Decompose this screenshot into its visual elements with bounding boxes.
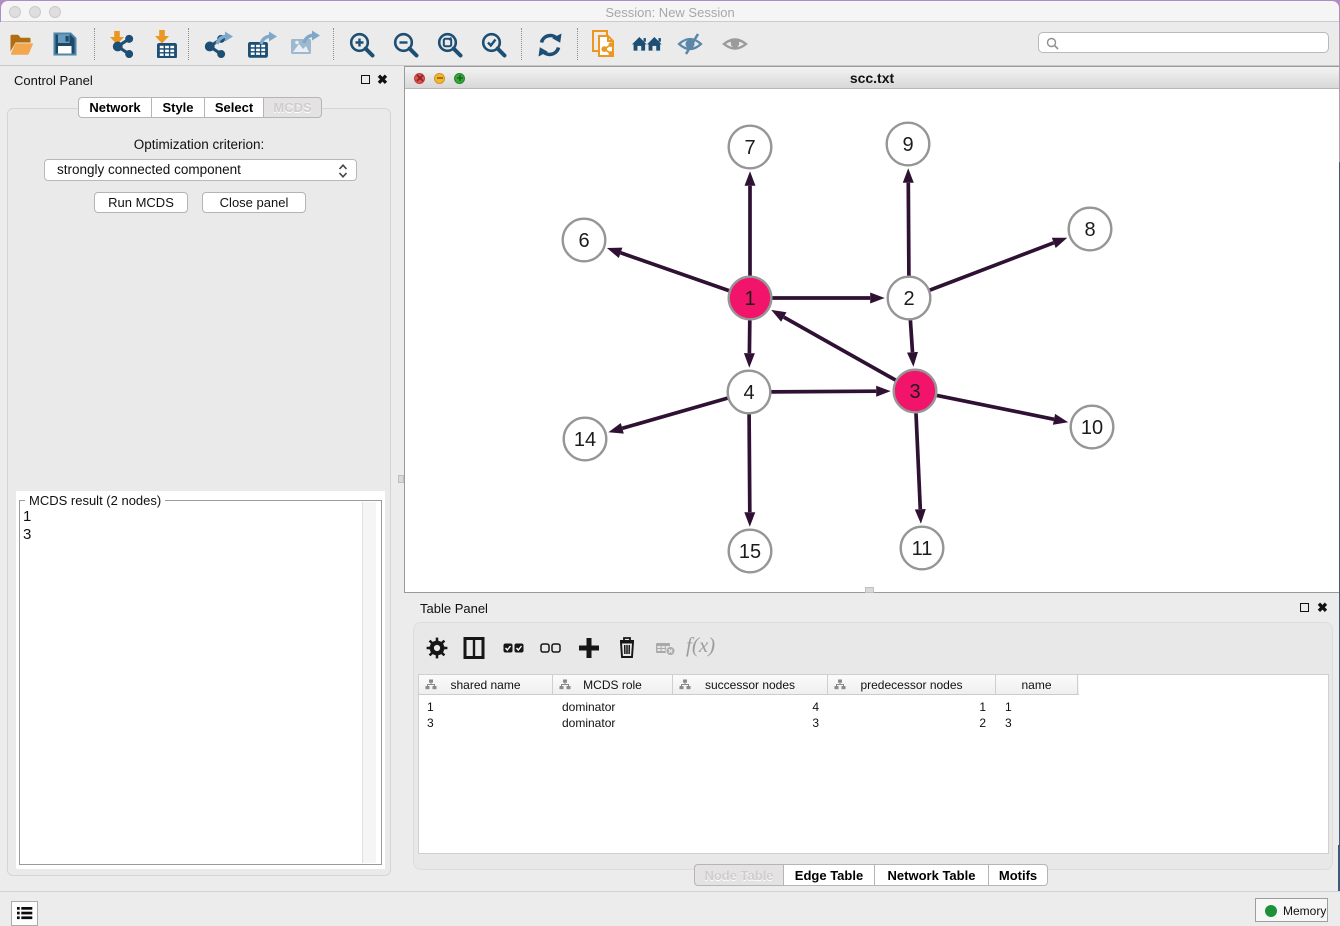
svg-text:6: 6 [578, 230, 589, 252]
svg-text:1: 1 [744, 288, 755, 310]
svg-text:15: 15 [739, 541, 761, 563]
svg-text:3: 3 [909, 381, 920, 403]
svg-text:11: 11 [912, 538, 933, 560]
svg-text:7: 7 [744, 137, 755, 159]
svg-text:9: 9 [902, 134, 913, 156]
svg-text:4: 4 [743, 382, 754, 404]
svg-text:8: 8 [1084, 219, 1095, 241]
svg-text:2: 2 [903, 288, 914, 310]
svg-text:14: 14 [574, 429, 596, 451]
svg-text:10: 10 [1081, 417, 1103, 439]
